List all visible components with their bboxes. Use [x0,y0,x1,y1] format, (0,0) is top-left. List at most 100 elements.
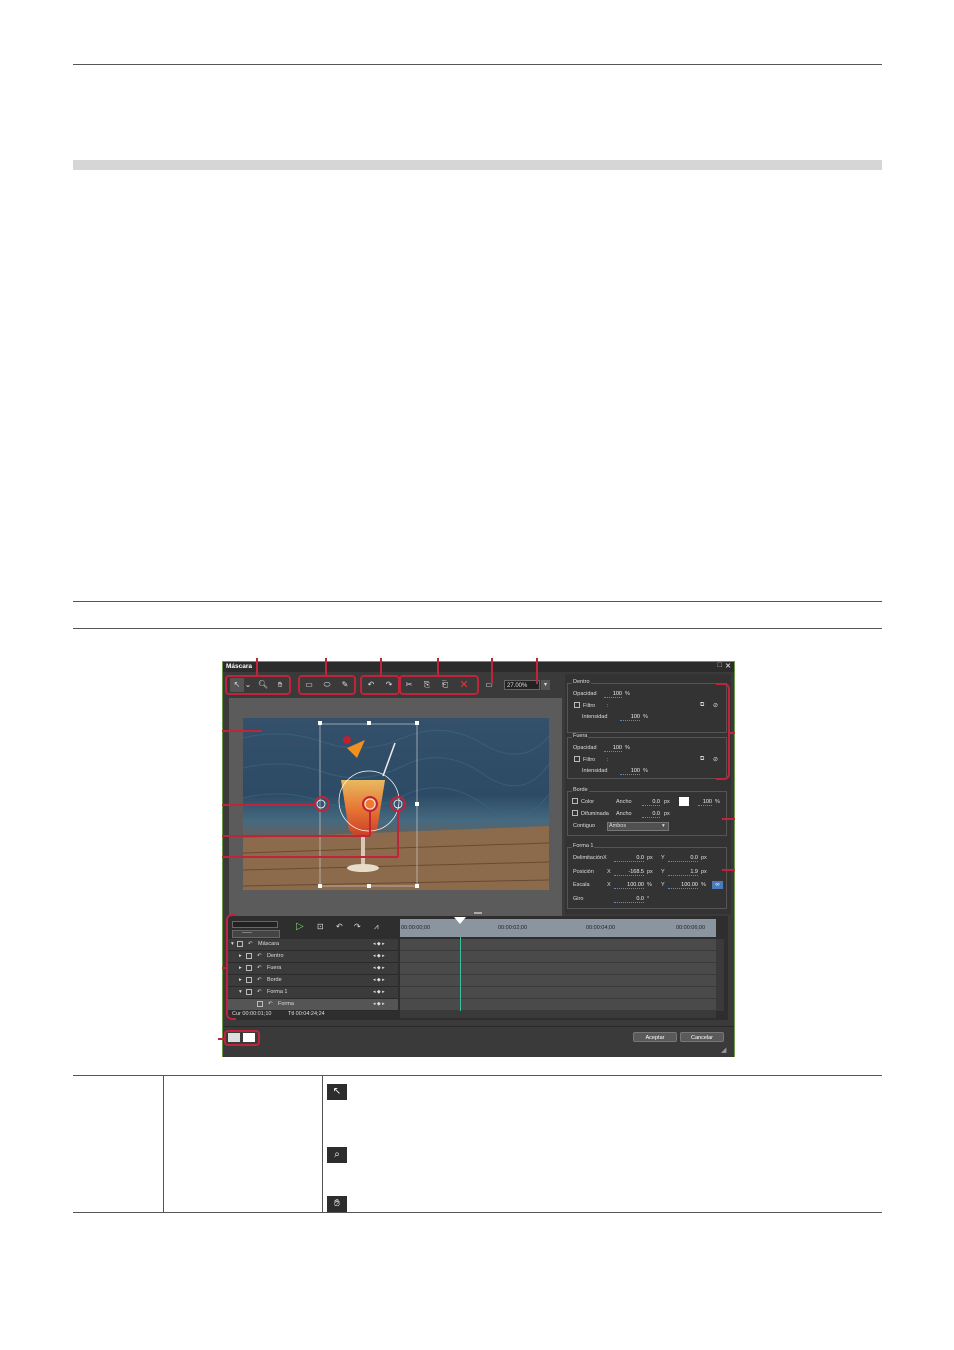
track-lane[interactable] [400,975,716,987]
callout-line [437,658,439,676]
track-lane[interactable] [400,999,716,1011]
reset-icon[interactable]: ↶ [257,965,262,971]
forma-delim-y[interactable]: 0.0 [668,855,698,862]
callout-box-3 [360,675,400,695]
dentro-filter-checkbox[interactable] [574,702,580,708]
table-divider [163,1075,164,1212]
forma-scale-x-unit: % [647,882,652,888]
cancel-button[interactable]: Cancelar [680,1032,724,1042]
borde-color-swatch[interactable] [679,797,689,806]
keyframe-nav-icon[interactable]: ◂ ◆ ▸ [373,977,385,983]
track-row[interactable]: ▸ ↶ Dentro ◂ ◆ ▸ [228,951,398,963]
loop-icon[interactable]: ↶ [336,922,343,931]
fuera-filter-checkbox[interactable] [574,756,580,762]
track-lane[interactable] [400,951,716,963]
table-rule-top [73,1075,882,1076]
fuera-opacity-value[interactable]: 100 [604,745,622,752]
forma-delim-x[interactable]: 0.0 [614,855,644,862]
link-scale-icon[interactable]: ∞ [712,881,723,889]
track-row[interactable]: ▾ ↶ Forma 1 ◂ ◆ ▸ [228,987,398,999]
forma-scale-x[interactable]: 100.00 [614,882,644,889]
forma-delim-y-label: Y [661,855,665,861]
borde-color-width[interactable]: 0.0 [642,799,660,806]
track-row[interactable]: ↶ Forma ◂ ◆ ▸ [228,999,398,1011]
callout-circle [390,796,406,812]
timecode-value: ----- [242,930,252,936]
callout-box-1 [225,675,291,695]
forma-pos-y[interactable]: 1.9 [668,869,698,876]
graph-icon[interactable]: ⩘ [374,922,379,932]
track-checkbox[interactable] [246,953,252,959]
callout-box-2 [298,675,356,695]
track-checkbox[interactable] [246,989,252,995]
borde-color-percent[interactable]: 100 [698,799,712,806]
borde-contiguo-value: Ambos [609,823,627,829]
track-checkbox[interactable] [246,977,252,983]
track-row[interactable]: ▸ ↶ Borde ◂ ◆ ▸ [228,975,398,987]
forma-rotation-value[interactable]: 0.0 [614,896,644,903]
callout-line [222,967,228,969]
track-checkbox[interactable] [246,965,252,971]
reset-icon[interactable]: ↶ [257,977,262,983]
track-row[interactable]: ▸ ↶ Fuera ◂ ◆ ▸ [228,963,398,975]
play-icon[interactable]: ▷ [296,921,304,932]
zoom-field[interactable]: 27.00% [504,680,540,690]
callout-line [222,835,370,837]
playhead-marker[interactable] [454,917,466,924]
callout-circle [362,796,378,812]
track-checkbox[interactable] [237,941,243,947]
borde-ancho-label: Ancho [616,799,632,805]
track-lane[interactable] [400,939,716,951]
dentro-opacity-unit: % [625,691,630,697]
track-checkbox[interactable] [257,1001,263,1007]
borde-feather-width[interactable]: 0.0 [642,811,660,818]
track-lane[interactable] [400,963,716,975]
forma-pos-x[interactable]: -168.5 [614,869,644,876]
timecode-slider[interactable] [232,921,278,928]
forma-scale-y[interactable]: 100.00 [668,882,698,889]
reset-icon[interactable]: ↶ [257,953,262,959]
zoom-dropdown-icon[interactable]: ▾ [541,680,550,690]
fuera-intensity-value[interactable]: 100 [620,768,640,775]
track-lane[interactable] [400,987,716,999]
accept-button[interactable]: Aceptar [633,1032,677,1042]
reset-icon[interactable]: ↶ [248,941,253,947]
borde-color-checkbox[interactable] [572,798,578,804]
timecode-field[interactable] [232,930,280,938]
preview-icon[interactable]: ⊡ [317,922,324,931]
fuera-opacity-label: Opacidad [573,745,597,751]
track-row[interactable]: ▾ ↶ Máscara ◂ ◆ ▸ [228,939,398,951]
fit-icon[interactable]: ▭ [482,678,496,692]
borde-feather-checkbox[interactable] [572,810,578,816]
keyframe-nav-icon[interactable]: ◂ ◆ ▸ [373,953,385,959]
expand-icon[interactable]: ▾ [239,989,242,995]
reset-icon[interactable]: ↶ [268,1001,273,1007]
resize-grip-icon[interactable]: ◢ [721,1046,726,1054]
forma-delim-x-unit: px [647,855,653,861]
dentro-intensity-value[interactable]: 100 [620,714,640,721]
reset-icon[interactable]: ↶ [257,989,262,995]
filter-settings-icon[interactable]: ⧉ [700,702,704,709]
keyframe-nav-icon[interactable]: ◂ ◆ ▸ [373,941,385,947]
keyframe-nav-icon[interactable]: ◂ ◆ ▸ [373,965,385,971]
splitter-handle[interactable] [474,912,482,914]
dentro-opacity-value[interactable]: 100 [604,691,622,698]
expand-icon[interactable]: ▸ [239,965,242,971]
filter-settings-icon[interactable]: ⧉ [700,756,704,763]
vertical-scrollbar[interactable] [716,939,724,1011]
table-divider [322,1075,323,1212]
callout-circle [314,796,330,812]
timeline-ruler[interactable] [400,919,716,937]
loop-back-icon[interactable]: ↷ [354,922,361,931]
keyframe-nav-icon[interactable]: ◂ ◆ ▸ [373,1001,385,1007]
horizontal-scrollbar[interactable] [400,1011,716,1018]
track-label: Forma [278,1001,294,1007]
maximize-icon[interactable]: □ [718,662,722,669]
expand-icon[interactable]: ▸ [239,953,242,959]
forma-pos-label: Posición [573,869,594,875]
chevron-down-icon: ▾ [662,823,665,829]
close-icon[interactable]: ✕ [725,662,731,670]
keyframe-nav-icon[interactable]: ◂ ◆ ▸ [373,989,385,995]
expand-icon[interactable]: ▸ [239,977,242,983]
forma-rotation-label: Giro [573,896,584,902]
